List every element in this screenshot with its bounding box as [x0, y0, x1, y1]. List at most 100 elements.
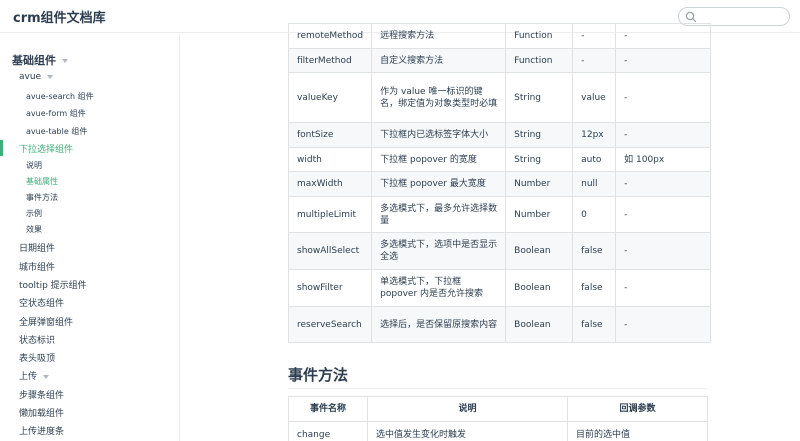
- prop-name: multipleLimit: [287, 196, 373, 233]
- event-callback: 目前的选中值: [567, 421, 708, 441]
- sidebar-item-basic-props[interactable]: 基础属性: [26, 176, 58, 187]
- sidebar-item-effect[interactable]: 效果: [26, 224, 42, 235]
- prop-name: remoteMethod: [287, 23, 373, 49]
- column-header: 说明: [367, 396, 568, 422]
- prop-note: -: [615, 269, 712, 307]
- prop-note: -: [615, 306, 712, 343]
- sidebar-group-title: 基础组件: [12, 54, 56, 67]
- table-row: change 选中值发生变化时触发 目前的选中值: [288, 421, 708, 441]
- search-icon: [685, 11, 697, 23]
- sidebar-item-label: avue: [19, 72, 42, 82]
- divider: [288, 388, 707, 389]
- prop-default: 0: [572, 196, 617, 233]
- prop-type: Function: [505, 23, 574, 49]
- sidebar-item-city[interactable]: 城市组件: [19, 260, 55, 273]
- prop-name: valueKey: [287, 72, 373, 123]
- sidebar-active-indicator: [0, 140, 3, 156]
- prop-note: -: [615, 196, 712, 233]
- prop-name: showFilter: [287, 269, 373, 307]
- prop-type: String: [505, 122, 574, 148]
- table-row: reserveSearch 选择后，是否保留原搜索内容 Boolean fals…: [287, 306, 712, 343]
- prop-name: maxWidth: [287, 171, 373, 197]
- site-name[interactable]: crm组件文档库: [13, 7, 106, 26]
- prop-note: -: [615, 122, 712, 148]
- sidebar: 基础组件 avue avue-search 组件 avue-form 组件 av…: [0, 34, 180, 441]
- sidebar-item-label: 上传: [19, 372, 38, 382]
- prop-description: 单选模式下，下拉框 popover 内是否允许搜索: [371, 269, 507, 307]
- prop-default: 12px: [572, 122, 617, 148]
- prop-description: 自定义搜索方法: [371, 48, 507, 73]
- prop-name: reserveSearch: [287, 306, 373, 343]
- table-row: remoteMethod 远程搜索方法 Function - -: [287, 23, 712, 49]
- prop-name: filterMethod: [287, 48, 373, 73]
- sidebar-item-select[interactable]: 下拉选择组件: [19, 142, 73, 155]
- events-table: 事件名称 说明 回调参数 change 选中值发生变化时触发 目前的选中值: [288, 396, 708, 441]
- column-header: 事件名称: [288, 396, 368, 422]
- prop-type: Number: [505, 171, 574, 197]
- sidebar-item-events[interactable]: 事件方法: [26, 192, 58, 203]
- prop-description: 远程搜索方法: [371, 23, 507, 49]
- column-header: 回调参数: [567, 396, 708, 422]
- prop-default: -: [572, 23, 617, 49]
- sidebar-item-fullscreen-dialog[interactable]: 全屏弹窗组件: [19, 315, 73, 328]
- sidebar-item-avue-search[interactable]: avue-search 组件: [26, 91, 94, 102]
- sidebar-item-avue-form[interactable]: avue-form 组件: [26, 108, 86, 119]
- prop-default: value: [572, 72, 617, 123]
- sidebar-item-status[interactable]: 状态标识: [19, 333, 55, 346]
- sidebar-item-steps[interactable]: 步骤条组件: [19, 388, 64, 401]
- event-name: change: [288, 421, 368, 441]
- prop-type: Boolean: [505, 306, 574, 343]
- prop-description: 下拉框 popover 的宽度: [371, 147, 507, 172]
- table-row: filterMethod 自定义搜索方法 Function - -: [287, 48, 712, 73]
- prop-description: 选择后，是否保留原搜索内容: [371, 306, 507, 343]
- prop-note: -: [615, 232, 712, 270]
- sidebar-item-tooltip[interactable]: tooltip 提示组件: [19, 278, 87, 291]
- table-row: valueKey 作为 value 唯一标识的键名，绑定值为对象类型时必填 St…: [287, 72, 712, 123]
- prop-type: String: [505, 72, 574, 123]
- prop-note: 如 100px: [615, 147, 712, 172]
- event-description: 选中值发生变化时触发: [367, 421, 568, 441]
- sidebar-group-basic[interactable]: 基础组件: [12, 52, 68, 68]
- table-row: fontSize 下拉框内已选标签字体大小 String 12px -: [287, 122, 712, 148]
- sidebar-item-upload-progress[interactable]: 上传进度条: [19, 424, 64, 437]
- prop-name: fontSize: [287, 122, 373, 148]
- sidebar-item-empty[interactable]: 空状态组件: [19, 296, 64, 309]
- prop-default: false: [572, 269, 617, 307]
- prop-note: -: [615, 171, 712, 197]
- table-header-row: 事件名称 说明 回调参数: [288, 396, 708, 422]
- prop-type: String: [505, 147, 574, 172]
- prop-name: width: [287, 147, 373, 172]
- chevron-down-icon: [62, 59, 68, 63]
- sidebar-item-example[interactable]: 示例: [26, 208, 42, 219]
- sidebar-item-avue[interactable]: avue: [19, 72, 54, 82]
- prop-description: 下拉框内已选标签字体大小: [371, 122, 507, 148]
- chevron-down-icon: [47, 74, 54, 79]
- prop-note: -: [615, 72, 712, 123]
- prop-description: 多选模式下，选项中是否显示全选: [371, 232, 507, 270]
- sidebar-item-avue-table[interactable]: avue-table 组件: [26, 126, 87, 137]
- prop-type: Boolean: [505, 232, 574, 270]
- props-table: remoteMethod 远程搜索方法 Function - - filterM…: [287, 23, 712, 343]
- prop-note: -: [615, 23, 712, 49]
- sidebar-item-description[interactable]: 说明: [26, 160, 42, 171]
- table-row: showAllSelect 多选模式下，选项中是否显示全选 Boolean fa…: [287, 232, 712, 270]
- prop-description: 作为 value 唯一标识的键名，绑定值为对象类型时必填: [371, 72, 507, 123]
- table-row: multipleLimit 多选模式下，最多允许选择数量 Number 0 -: [287, 196, 712, 233]
- sidebar-item-upload[interactable]: 上传: [19, 369, 50, 382]
- prop-default: false: [572, 232, 617, 270]
- table-row: showFilter 单选模式下，下拉框 popover 内是否允许搜索 Boo…: [287, 269, 712, 307]
- prop-default: auto: [572, 147, 617, 172]
- prop-default: null: [572, 171, 617, 197]
- prop-type: Boolean: [505, 269, 574, 307]
- prop-name: showAllSelect: [287, 232, 373, 270]
- table-row: width 下拉框 popover 的宽度 String auto 如 100p…: [287, 147, 712, 172]
- prop-default: -: [572, 48, 617, 73]
- prop-description: 下拉框 popover 最大宽度: [371, 171, 507, 197]
- section-title-events: 事件方法: [288, 366, 349, 384]
- sidebar-item-lazyload[interactable]: 懒加载组件: [19, 406, 64, 419]
- sidebar-item-date[interactable]: 日期组件: [19, 241, 55, 254]
- sidebar-item-sticky-header[interactable]: 表头吸顶: [19, 351, 55, 364]
- prop-default: false: [572, 306, 617, 343]
- chevron-down-icon: [43, 374, 50, 379]
- prop-type: Function: [505, 48, 574, 73]
